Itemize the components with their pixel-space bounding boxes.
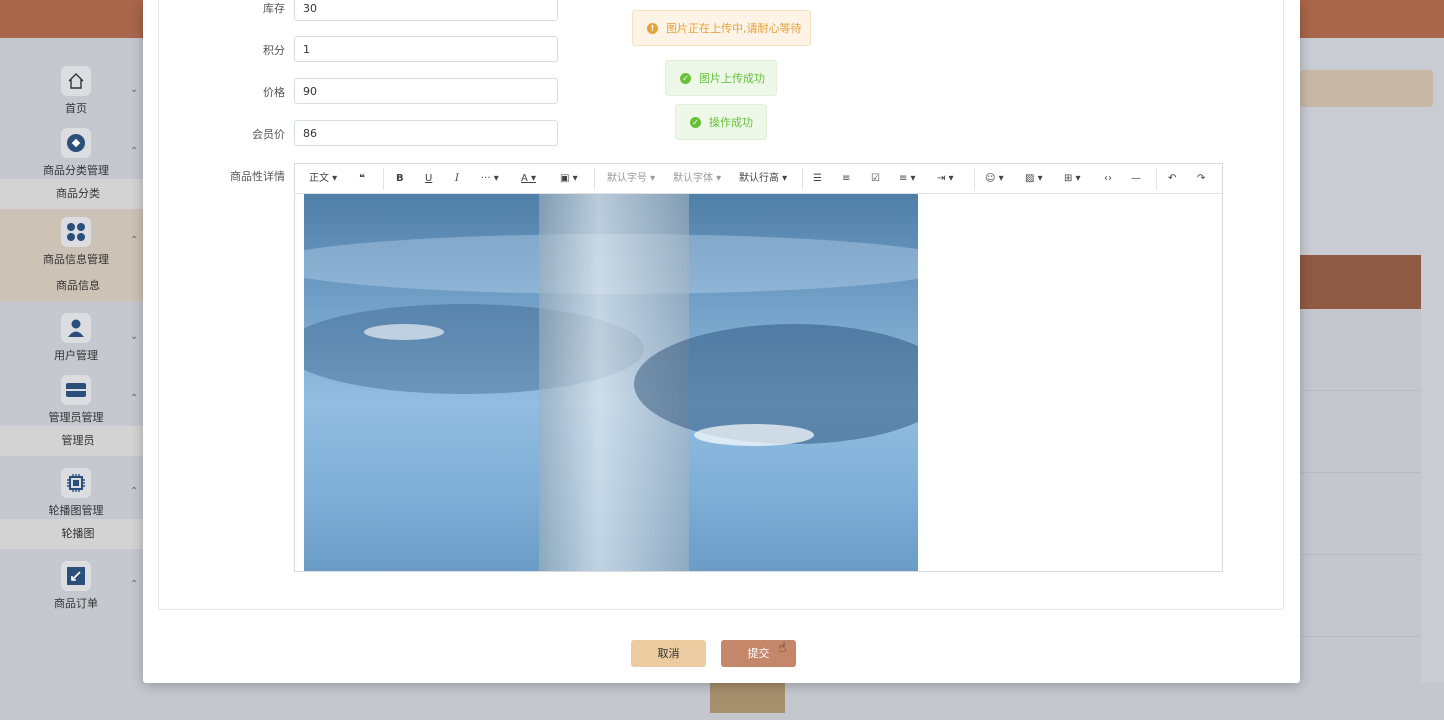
member-price-input[interactable] [294, 120, 558, 146]
success-check-icon: ✓ [680, 72, 691, 84]
cancel-button[interactable]: 取消 [631, 640, 706, 667]
italic-icon[interactable]: I [455, 171, 459, 187]
align-icon[interactable]: ≡ ▾ [899, 171, 916, 187]
toolbar-divider [1156, 168, 1157, 190]
line-height-dropdown[interactable]: 默认行高 ▾ [739, 171, 787, 187]
quote-icon[interactable]: ❝ [359, 171, 365, 187]
code-icon[interactable]: ‹› [1104, 171, 1112, 187]
chip-icon [61, 468, 91, 498]
font-family-dropdown[interactable]: 默认字体 ▾ [673, 171, 721, 187]
background-table-bottom [156, 683, 1444, 720]
points-input[interactable] [294, 36, 558, 62]
points-label: 积分 [263, 44, 285, 57]
chevron-up-icon: ⌃ [130, 146, 139, 157]
admin-icon [61, 375, 91, 405]
editor-toolbar: 正文 ▾ ❝ B U I ··· ▾ A ▾ ▣ ▾ 默认字号 ▾ 默认字体 ▾… [295, 164, 1222, 194]
image-icon[interactable]: ▨ ▾ [1025, 171, 1043, 187]
detail-label: 商品性详情 [230, 170, 285, 183]
sidebar-item-home[interactable]: 首页 ⌄ [0, 62, 156, 124]
bold-icon[interactable]: B [396, 171, 404, 187]
sidebar-item-label: 商品分类管理 [43, 164, 109, 177]
editor-content[interactable] [295, 194, 1222, 571]
sidebar-item-category[interactable]: 商品分类管理 ⌃ [0, 124, 156, 186]
font-size-dropdown[interactable]: 默认字号 ▾ [607, 171, 655, 187]
toast-message: 图片正在上传中,请耐心等待 [666, 22, 802, 35]
price-input[interactable] [294, 78, 558, 104]
todo-checkbox-icon[interactable]: ☑ [871, 171, 880, 187]
sidebar-item-label: 商品订单 [54, 597, 98, 610]
uploaded-product-image [304, 194, 918, 571]
rich-text-editor: 正文 ▾ ❝ B U I ··· ▾ A ▾ ▣ ▾ 默认字号 ▾ 默认字体 ▾… [294, 163, 1223, 572]
sidebar-item-label: 首页 [65, 102, 87, 115]
bullet-list-icon[interactable]: ☰ [813, 171, 822, 187]
sidebar-subitem-product[interactable]: 商品信息 [0, 271, 156, 301]
member-price-label: 会员价 [252, 128, 285, 141]
paragraph-dropdown[interactable]: 正文 ▾ [309, 171, 337, 187]
success-check-icon: ✓ [690, 116, 701, 128]
chevron-up-icon: ⌃ [130, 486, 139, 497]
sidebar: 首页 ⌄ 商品分类管理 ⌃ 商品分类 商品信息管理 ⌃ 商品信息 用户管理 ⌄ … [0, 38, 156, 720]
font-color-icon[interactable]: A ▾ [521, 171, 536, 187]
sidebar-subitem-carousel[interactable]: 轮播图 [0, 519, 156, 549]
operation-success-toast: ✓ 操作成功 [675, 104, 767, 140]
emoji-icon[interactable]: ☺ ▾ [985, 171, 1004, 187]
toolbar-divider [974, 168, 975, 190]
indent-icon[interactable]: ⇥ ▾ [937, 171, 954, 187]
line-height-dropdown-label: 默认行高 [739, 173, 779, 184]
toolbar-divider [802, 168, 803, 190]
toast-message: 图片上传成功 [699, 72, 765, 85]
background-banner [1300, 70, 1433, 107]
price-label: 价格 [263, 86, 285, 99]
grid-icon [61, 217, 91, 247]
user-icon [61, 313, 91, 343]
sidebar-item-admin[interactable]: 管理员管理 ⌃ [0, 371, 156, 433]
table-icon[interactable]: ⊞ ▾ [1064, 171, 1081, 187]
chevron-up-icon: ⌃ [130, 393, 139, 404]
font-size-dropdown-label: 默认字号 [607, 173, 647, 184]
home-icon [61, 66, 91, 96]
underline-icon[interactable]: U [425, 171, 432, 187]
sidebar-subitem-admin[interactable]: 管理员 [0, 426, 156, 456]
sidebar-item-label: 管理员管理 [48, 411, 104, 424]
more-icon[interactable]: ··· ▾ [481, 171, 499, 187]
edit-product-dialog: 库存 积分 价格 会员价 商品性详情 正文 ▾ ❝ B U I ··· ▾ A … [143, 0, 1300, 683]
background-table [1300, 309, 1421, 720]
sidebar-item-label: 商品信息管理 [43, 253, 109, 266]
sidebar-item-label: 轮播图管理 [48, 504, 104, 517]
sidebar-item-product[interactable]: 商品信息管理 ⌃ [0, 209, 156, 273]
stock-input[interactable] [294, 0, 558, 21]
divider-line-icon[interactable]: — [1131, 171, 1141, 187]
chevron-up-icon: ⌃ [130, 579, 139, 590]
redo-icon[interactable]: ↷ [1197, 171, 1205, 187]
background-color-icon[interactable]: ▣ ▾ [560, 171, 578, 187]
upload-success-toast: ✓ 图片上传成功 [665, 60, 777, 96]
chevron-down-icon: ⌄ [130, 84, 139, 95]
sidebar-item-label: 用户管理 [54, 349, 98, 362]
sidebar-item-orders[interactable]: 商品订单 ⌃ [0, 557, 156, 619]
chevron-up-icon: ⌃ [130, 235, 139, 246]
toolbar-divider [383, 168, 384, 190]
font-family-dropdown-label: 默认字体 [673, 173, 713, 184]
sidebar-subitem-category[interactable]: 商品分类 [0, 179, 156, 209]
background-table-header [1300, 255, 1421, 309]
sidebar-item-carousel[interactable]: 轮播图管理 ⌃ [0, 464, 156, 526]
uploading-toast: ! 图片正在上传中,请耐心等待 [632, 10, 811, 46]
undo-icon[interactable]: ↶ [1168, 171, 1176, 187]
toast-message: 操作成功 [709, 116, 753, 129]
background-product-thumbnail [710, 683, 785, 713]
image-shape [694, 424, 814, 446]
hand-cursor-icon: ☝ [778, 640, 787, 656]
chevron-down-icon: ⌄ [130, 331, 139, 342]
order-icon [61, 561, 91, 591]
paragraph-dropdown-label: 正文 [309, 173, 329, 184]
numbered-list-icon[interactable]: ≡ [842, 171, 850, 187]
category-icon [61, 128, 91, 158]
warning-icon: ! [647, 22, 658, 34]
stock-label: 库存 [263, 2, 285, 15]
image-shape [364, 324, 444, 340]
sidebar-item-users[interactable]: 用户管理 ⌄ [0, 309, 156, 371]
toolbar-divider [594, 168, 595, 190]
